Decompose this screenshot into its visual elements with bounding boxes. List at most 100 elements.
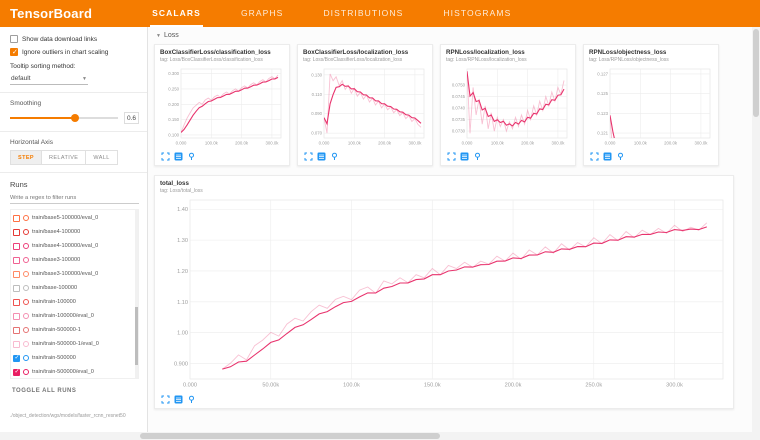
run-row[interactable]: train/train-500000 bbox=[13, 351, 132, 365]
runs-filter-input[interactable] bbox=[10, 193, 139, 204]
run-row[interactable]: train/train-100000 bbox=[13, 295, 132, 309]
run-row[interactable]: train/base5-100000/eval_0 bbox=[13, 211, 132, 225]
run-checkbox[interactable] bbox=[13, 257, 20, 264]
chart-card-c3: RPNLoss/objectness_losstag: Loss/RPNLoss… bbox=[583, 44, 719, 166]
checkbox-icon[interactable] bbox=[10, 35, 18, 43]
chart-tag: tag: Loss/total_loss bbox=[160, 188, 728, 194]
run-row[interactable]: train/base4-100000 bbox=[13, 225, 132, 239]
run-checkbox[interactable] bbox=[13, 243, 20, 250]
run-label: train/base4-100000 bbox=[32, 229, 132, 235]
axis-wall-button[interactable]: WALL bbox=[86, 151, 116, 164]
pin-icon[interactable] bbox=[330, 152, 339, 161]
category-title: Loss bbox=[164, 32, 179, 39]
run-row[interactable]: train/train-500000-1 bbox=[13, 323, 132, 337]
chart-plot[interactable]: 0.9001.001.101.201.301.400.00050.00k100.… bbox=[160, 196, 728, 392]
chart-canvas[interactable]: 0.07300.07350.07400.07450.07500.000100.0… bbox=[446, 65, 572, 149]
pin-icon[interactable] bbox=[187, 395, 196, 404]
vertical-scrollbar[interactable] bbox=[752, 27, 760, 440]
ignore-outliers-option[interactable]: Ignore outliers in chart scaling bbox=[10, 48, 139, 56]
svg-text:0.000: 0.000 bbox=[319, 140, 330, 145]
show-download-links-option[interactable]: Show data download links bbox=[10, 35, 139, 43]
fullscreen-icon[interactable] bbox=[161, 395, 170, 404]
divider bbox=[0, 131, 147, 132]
fullscreen-icon[interactable] bbox=[304, 152, 313, 161]
tab-distributions[interactable]: DISTRIBUTIONS bbox=[321, 0, 405, 27]
chart-canvas[interactable]: 0.9001.001.101.201.301.400.00050.00k100.… bbox=[160, 196, 728, 392]
fullscreen-icon[interactable] bbox=[161, 152, 170, 161]
run-checkbox[interactable] bbox=[13, 341, 20, 348]
run-color-icon bbox=[23, 243, 29, 249]
run-row[interactable]: train/base3-100000/eval_0 bbox=[13, 267, 132, 281]
checkbox-icon[interactable] bbox=[10, 48, 18, 56]
menu-icon[interactable] bbox=[460, 152, 469, 161]
runs-scrollbar[interactable] bbox=[135, 210, 138, 378]
menu-icon[interactable] bbox=[174, 152, 183, 161]
run-row[interactable]: train/train-500000-1/eval_0 bbox=[13, 337, 132, 351]
chart-tag: tag: Loss/RPNLoss/objectness_loss bbox=[589, 57, 713, 63]
pin-icon[interactable] bbox=[187, 152, 196, 161]
run-label: train/base4-100000/eval_0 bbox=[32, 243, 132, 249]
run-row[interactable]: train/train-100000/eval_0 bbox=[13, 309, 132, 323]
tab-scalars[interactable]: SCALARS bbox=[150, 0, 203, 27]
run-checkbox[interactable] bbox=[13, 285, 20, 292]
slider-knob[interactable] bbox=[71, 114, 79, 122]
svg-text:100.0k: 100.0k bbox=[491, 140, 505, 145]
svg-text:0.150: 0.150 bbox=[168, 117, 179, 122]
chart-plot[interactable]: 0.07300.07350.07400.07450.07500.000100.0… bbox=[446, 65, 570, 149]
run-checkbox[interactable] bbox=[13, 299, 20, 306]
category-header-loss[interactable]: ▼ Loss bbox=[156, 32, 756, 39]
run-label: train/base-100000 bbox=[32, 285, 132, 291]
axis-relative-button[interactable]: RELATIVE bbox=[42, 151, 86, 164]
run-color-icon bbox=[23, 341, 29, 347]
runs-title: Runs bbox=[10, 180, 139, 189]
svg-text:0.090: 0.090 bbox=[311, 111, 322, 116]
chart-canvas[interactable]: 0.1210.1230.1250.1270.000100.0k200.0k300… bbox=[589, 65, 715, 149]
run-row[interactable]: train/base3-100000 bbox=[13, 253, 132, 267]
run-row[interactable]: train/base4-100000/eval_0 bbox=[13, 239, 132, 253]
smoothing-slider[interactable] bbox=[10, 117, 118, 119]
run-row[interactable]: train/base-100000 bbox=[13, 281, 132, 295]
run-checkbox[interactable] bbox=[13, 271, 20, 278]
menu-icon[interactable] bbox=[317, 152, 326, 161]
chart-tag: tag: Loss/RPNLoss/localization_loss bbox=[446, 57, 570, 63]
fullscreen-icon[interactable] bbox=[447, 152, 456, 161]
run-checkbox[interactable] bbox=[13, 369, 20, 376]
pin-icon[interactable] bbox=[616, 152, 625, 161]
vertical-scrollbar-thumb[interactable] bbox=[753, 29, 759, 117]
svg-text:1.00: 1.00 bbox=[177, 331, 188, 337]
svg-text:0.0740: 0.0740 bbox=[452, 106, 466, 111]
chart-title: RPNLoss/localization_loss bbox=[446, 49, 570, 56]
chart-canvas[interactable]: 0.1000.1500.2000.2500.3000.000100.0k200.… bbox=[160, 65, 286, 149]
runs-scrollbar-thumb[interactable] bbox=[135, 307, 138, 364]
chart-canvas[interactable]: 0.0700.0900.1100.1300.000100.0k200.0k300… bbox=[303, 65, 429, 149]
run-checkbox[interactable] bbox=[13, 215, 20, 222]
tab-graphs[interactable]: GRAPHS bbox=[239, 0, 286, 27]
pin-icon[interactable] bbox=[473, 152, 482, 161]
chart-plot[interactable]: 0.0700.0900.1100.1300.000100.0k200.0k300… bbox=[303, 65, 427, 149]
svg-text:200.0k: 200.0k bbox=[235, 140, 249, 145]
run-checkbox[interactable] bbox=[13, 327, 20, 334]
horizontal-scrollbar[interactable] bbox=[0, 432, 752, 440]
smoothing-value[interactable]: 0.6 bbox=[124, 112, 139, 124]
menu-icon[interactable] bbox=[174, 395, 183, 404]
run-checkbox[interactable] bbox=[13, 313, 20, 320]
run-color-icon bbox=[23, 327, 29, 333]
horizontal-axis-label: Horizontal Axis bbox=[10, 139, 139, 146]
svg-text:100.0k: 100.0k bbox=[343, 383, 360, 389]
menu-icon[interactable] bbox=[603, 152, 612, 161]
svg-text:100.0k: 100.0k bbox=[205, 140, 219, 145]
horizontal-scrollbar-thumb[interactable] bbox=[140, 433, 440, 439]
toggle-all-runs-button[interactable]: TOGGLE ALL RUNS bbox=[10, 385, 78, 397]
run-row[interactable]: train/train-500000/eval_0 bbox=[13, 365, 132, 379]
svg-text:0.300: 0.300 bbox=[168, 71, 179, 76]
tooltip-sorting-select[interactable]: default ▼ bbox=[10, 73, 88, 85]
chart-plot[interactable]: 0.1210.1230.1250.1270.000100.0k200.0k300… bbox=[589, 65, 713, 149]
run-checkbox[interactable] bbox=[13, 229, 20, 236]
axis-step-button[interactable]: STEP bbox=[11, 151, 42, 164]
run-checkbox[interactable] bbox=[13, 355, 20, 362]
nav-tabs: SCALARS GRAPHS DISTRIBUTIONS HISTOGRAMS bbox=[150, 0, 513, 27]
fullscreen-icon[interactable] bbox=[590, 152, 599, 161]
svg-text:200.0k: 200.0k bbox=[664, 140, 678, 145]
chart-plot[interactable]: 0.1000.1500.2000.2500.3000.000100.0k200.… bbox=[160, 65, 284, 149]
tab-histograms[interactable]: HISTOGRAMS bbox=[441, 0, 513, 27]
